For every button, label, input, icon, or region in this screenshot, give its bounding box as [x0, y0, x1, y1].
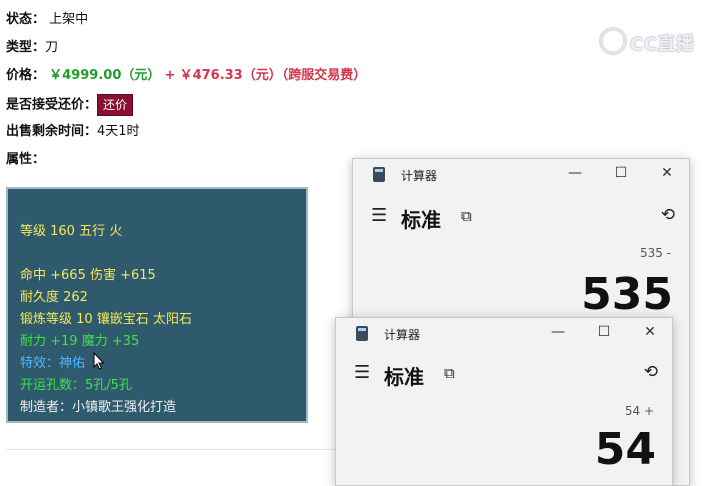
time-row: 出售剩余时间：4天1时 [6, 121, 140, 143]
attribute-panel: 等级 160 五行 火 命中 +665 伤害 +615 耐久度 262 锻炼等级… [6, 187, 308, 423]
calculator-app-icon [356, 326, 368, 341]
mode-title: 标准 [384, 365, 424, 389]
attr-row: 属性： [6, 149, 45, 171]
maximize-button[interactable]: ☐ [594, 324, 614, 340]
keep-on-top-icon[interactable]: ⧉ [461, 207, 472, 225]
history-icon[interactable]: ⟲ [644, 362, 658, 382]
price-label: 价格： [6, 68, 46, 83]
menu-icon[interactable]: ☰ [371, 205, 387, 226]
calculator-title: 计算器 [384, 328, 421, 342]
type-label: 类型： [6, 40, 46, 55]
mouse-cursor-icon [93, 351, 105, 370]
watermark-text: CC直播 [630, 34, 695, 55]
result-display: 535 [581, 269, 673, 320]
calculator-app-icon [373, 167, 385, 182]
type-row: 类型：刀 [6, 37, 58, 59]
minimize-button[interactable]: — [548, 324, 568, 340]
attr-label: 属性： [6, 152, 46, 167]
status-value: 上架中 [49, 12, 89, 27]
bargain-row: 是否接受还价： 还价 [6, 94, 134, 116]
menu-icon[interactable]: ☰ [354, 362, 370, 383]
attr-line: 制造者：小镇歌王强化打造 [20, 400, 177, 415]
type-value: 刀 [45, 40, 59, 55]
attr-line: 特效：神佑 [20, 356, 86, 371]
time-value: 4天1时 [97, 124, 140, 139]
attr-line: 命中 +665 伤害 +615 [20, 268, 156, 283]
close-button[interactable]: ✕ [640, 324, 660, 340]
mode-title: 标准 [401, 208, 441, 232]
close-button[interactable]: ✕ [657, 165, 677, 181]
attr-line: 耐久度 262 [20, 290, 88, 305]
bargain-button[interactable]: 还价 [97, 94, 134, 116]
price-row: 价格： ￥4999.00（元） + ￥476.33（元）（跨服交易费） [6, 65, 366, 87]
expression-display: 54 + [624, 404, 654, 418]
calculator-window-front[interactable]: 计算器 — ☐ ✕ ☰ 标准 ⧉ ⟲ 54 + 54 [335, 317, 673, 486]
maximize-button[interactable]: ☐ [611, 165, 631, 181]
history-icon[interactable]: ⟲ [661, 205, 675, 225]
attr-line: 开运孔数：5孔/5孔 [20, 378, 132, 393]
price-plus: + [164, 68, 176, 83]
time-label: 出售剩余时间： [6, 124, 98, 139]
status-row: 状态： 上架中 [6, 9, 88, 31]
status-label: 状态： [6, 12, 46, 27]
result-display: 54 [594, 424, 656, 475]
minimize-button[interactable]: — [565, 165, 585, 181]
cc-logo-icon [600, 28, 626, 54]
calculator-title: 计算器 [401, 169, 438, 183]
watermark-logo: CC直播 [600, 28, 694, 56]
divider [6, 449, 356, 450]
keep-on-top-icon[interactable]: ⧉ [444, 364, 455, 382]
expression-display: 535 - [639, 246, 671, 260]
attr-line: 等级 160 五行 火 [20, 224, 123, 239]
attr-line: 耐力 +19 魔力 +35 [20, 334, 140, 349]
price-main: ￥4999.00（元） [49, 68, 161, 83]
bargain-label: 是否接受还价： [6, 97, 98, 113]
price-fee: ￥476.33（元）（跨服交易费） [179, 68, 367, 83]
attr-line: 锻炼等级 10 镶嵌宝石 太阳石 [20, 312, 192, 327]
